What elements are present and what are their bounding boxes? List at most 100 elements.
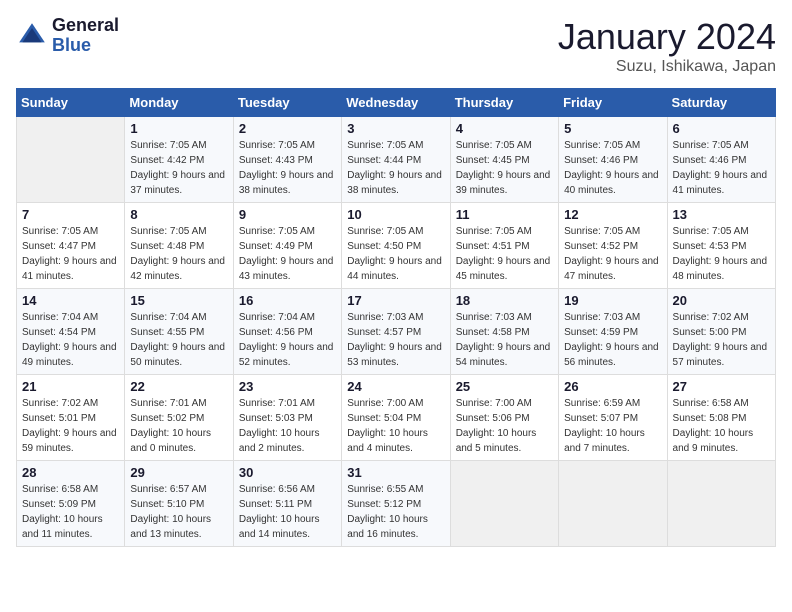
logo: General Blue — [16, 16, 119, 56]
day-number: 3 — [347, 121, 444, 136]
weekday-header-sunday: Sunday — [17, 89, 125, 117]
day-info: Sunrise: 6:57 AMSunset: 5:10 PMDaylight:… — [130, 482, 227, 542]
day-info: Sunrise: 7:05 AMSunset: 4:44 PMDaylight:… — [347, 138, 444, 198]
day-number: 5 — [564, 121, 661, 136]
calendar-week-row: 7 Sunrise: 7:05 AMSunset: 4:47 PMDaylight… — [17, 203, 776, 289]
calendar-cell: 30 Sunrise: 6:56 AMSunset: 5:11 PMDayligh… — [233, 461, 341, 547]
day-info: Sunrise: 7:01 AMSunset: 5:02 PMDaylight:… — [130, 396, 227, 456]
day-info: Sunrise: 7:05 AMSunset: 4:47 PMDaylight:… — [22, 224, 119, 284]
day-number: 18 — [456, 293, 553, 308]
day-number: 12 — [564, 207, 661, 222]
day-number: 21 — [22, 379, 119, 394]
day-number: 29 — [130, 465, 227, 480]
day-number: 17 — [347, 293, 444, 308]
day-number: 15 — [130, 293, 227, 308]
calendar-cell: 3 Sunrise: 7:05 AMSunset: 4:44 PMDaylight… — [342, 117, 450, 203]
calendar-cell — [17, 117, 125, 203]
calendar-cell: 26 Sunrise: 6:59 AMSunset: 5:07 PMDayligh… — [559, 375, 667, 461]
day-number: 27 — [673, 379, 770, 394]
calendar-cell: 19 Sunrise: 7:03 AMSunset: 4:59 PMDayligh… — [559, 289, 667, 375]
day-number: 31 — [347, 465, 444, 480]
calendar-week-row: 21 Sunrise: 7:02 AMSunset: 5:01 PMDayligh… — [17, 375, 776, 461]
weekday-header-thursday: Thursday — [450, 89, 558, 117]
day-number: 24 — [347, 379, 444, 394]
calendar-week-row: 14Sunrise: 7:04 AMSunset: 4:54 PMDayligh… — [17, 289, 776, 375]
day-info: Sunrise: 7:01 AMSunset: 5:03 PMDaylight:… — [239, 396, 336, 456]
calendar-cell: 22 Sunrise: 7:01 AMSunset: 5:02 PMDayligh… — [125, 375, 233, 461]
day-number: 9 — [239, 207, 336, 222]
day-number: 22 — [130, 379, 227, 394]
day-info: Sunrise: 7:05 AMSunset: 4:42 PMDaylight:… — [130, 138, 227, 198]
calendar-cell: 23Sunrise: 7:01 AMSunset: 5:03 PMDayligh… — [233, 375, 341, 461]
day-info: Sunrise: 6:55 AMSunset: 5:12 PMDaylight:… — [347, 482, 444, 542]
day-info: Sunrise: 7:04 AMSunset: 4:56 PMDaylight:… — [239, 310, 336, 370]
calendar-week-row: 28 Sunrise: 6:58 AMSunset: 5:09 PMDayligh… — [17, 461, 776, 547]
day-number: 26 — [564, 379, 661, 394]
day-info: Sunrise: 6:58 AMSunset: 5:08 PMDaylight:… — [673, 396, 770, 456]
day-number: 7 — [22, 207, 119, 222]
logo-line2: Blue — [52, 36, 119, 56]
day-info: Sunrise: 7:00 AMSunset: 5:06 PMDaylight:… — [456, 396, 553, 456]
calendar-cell: 17 Sunrise: 7:03 AMSunset: 4:57 PMDayligh… — [342, 289, 450, 375]
day-info: Sunrise: 7:05 AMSunset: 4:43 PMDaylight:… — [239, 138, 336, 198]
day-info: Sunrise: 7:05 AMSunset: 4:53 PMDaylight:… — [673, 224, 770, 284]
day-number: 2 — [239, 121, 336, 136]
day-info: Sunrise: 7:03 AMSunset: 4:57 PMDaylight:… — [347, 310, 444, 370]
calendar-header-row: SundayMondayTuesdayWednesdayThursdayFrid… — [17, 89, 776, 117]
day-number: 19 — [564, 293, 661, 308]
weekday-header-friday: Friday — [559, 89, 667, 117]
day-number: 8 — [130, 207, 227, 222]
logo-icon — [16, 20, 48, 52]
day-info: Sunrise: 6:58 AMSunset: 5:09 PMDaylight:… — [22, 482, 119, 542]
day-info: Sunrise: 7:03 AMSunset: 4:58 PMDaylight:… — [456, 310, 553, 370]
calendar-cell: 31 Sunrise: 6:55 AMSunset: 5:12 PMDayligh… — [342, 461, 450, 547]
day-info: Sunrise: 6:56 AMSunset: 5:11 PMDaylight:… — [239, 482, 336, 542]
day-info: Sunrise: 7:02 AMSunset: 5:01 PMDaylight:… — [22, 396, 119, 456]
day-info: Sunrise: 7:02 AMSunset: 5:00 PMDaylight:… — [673, 310, 770, 370]
calendar-cell: 14Sunrise: 7:04 AMSunset: 4:54 PMDayligh… — [17, 289, 125, 375]
calendar-cell — [559, 461, 667, 547]
calendar-cell: 11Sunrise: 7:05 AMSunset: 4:51 PMDayligh… — [450, 203, 558, 289]
calendar-cell: 28 Sunrise: 6:58 AMSunset: 5:09 PMDayligh… — [17, 461, 125, 547]
calendar-cell: 1 Sunrise: 7:05 AMSunset: 4:42 PMDaylight… — [125, 117, 233, 203]
day-info: Sunrise: 7:03 AMSunset: 4:59 PMDaylight:… — [564, 310, 661, 370]
day-info: Sunrise: 7:04 AMSunset: 4:55 PMDaylight:… — [130, 310, 227, 370]
calendar-cell: 2 Sunrise: 7:05 AMSunset: 4:43 PMDaylight… — [233, 117, 341, 203]
day-number: 25 — [456, 379, 553, 394]
day-info: Sunrise: 7:05 AMSunset: 4:50 PMDaylight:… — [347, 224, 444, 284]
calendar-cell: 20 Sunrise: 7:02 AMSunset: 5:00 PMDayligh… — [667, 289, 775, 375]
day-number: 30 — [239, 465, 336, 480]
calendar-cell: 25 Sunrise: 7:00 AMSunset: 5:06 PMDayligh… — [450, 375, 558, 461]
calendar-title: January 2024 — [558, 16, 776, 58]
calendar-cell: 5Sunrise: 7:05 AMSunset: 4:46 PMDaylight… — [559, 117, 667, 203]
calendar-cell: 13Sunrise: 7:05 AMSunset: 4:53 PMDayligh… — [667, 203, 775, 289]
day-number: 1 — [130, 121, 227, 136]
day-number: 28 — [22, 465, 119, 480]
calendar-cell: 21 Sunrise: 7:02 AMSunset: 5:01 PMDayligh… — [17, 375, 125, 461]
weekday-header-monday: Monday — [125, 89, 233, 117]
day-info: Sunrise: 7:00 AMSunset: 5:04 PMDaylight:… — [347, 396, 444, 456]
day-number: 10 — [347, 207, 444, 222]
day-number: 14 — [22, 293, 119, 308]
weekday-header-saturday: Saturday — [667, 89, 775, 117]
calendar-cell: 15 Sunrise: 7:04 AMSunset: 4:55 PMDayligh… — [125, 289, 233, 375]
calendar-cell: 24 Sunrise: 7:00 AMSunset: 5:04 PMDayligh… — [342, 375, 450, 461]
day-info: Sunrise: 6:59 AMSunset: 5:07 PMDaylight:… — [564, 396, 661, 456]
weekday-header-wednesday: Wednesday — [342, 89, 450, 117]
calendar-cell — [450, 461, 558, 547]
day-info: Sunrise: 7:05 AMSunset: 4:52 PMDaylight:… — [564, 224, 661, 284]
calendar-cell: 27 Sunrise: 6:58 AMSunset: 5:08 PMDayligh… — [667, 375, 775, 461]
calendar-cell: 7 Sunrise: 7:05 AMSunset: 4:47 PMDaylight… — [17, 203, 125, 289]
calendar-table: SundayMondayTuesdayWednesdayThursdayFrid… — [16, 88, 776, 547]
calendar-cell: 10 Sunrise: 7:05 AMSunset: 4:50 PMDayligh… — [342, 203, 450, 289]
day-number: 20 — [673, 293, 770, 308]
calendar-cell: 6Sunrise: 7:05 AMSunset: 4:46 PMDaylight… — [667, 117, 775, 203]
calendar-cell: 18 Sunrise: 7:03 AMSunset: 4:58 PMDayligh… — [450, 289, 558, 375]
day-info: Sunrise: 7:05 AMSunset: 4:45 PMDaylight:… — [456, 138, 553, 198]
day-number: 6 — [673, 121, 770, 136]
logo-line1: General — [52, 16, 119, 36]
day-number: 4 — [456, 121, 553, 136]
calendar-cell: 16Sunrise: 7:04 AMSunset: 4:56 PMDayligh… — [233, 289, 341, 375]
day-info: Sunrise: 7:05 AMSunset: 4:49 PMDaylight:… — [239, 224, 336, 284]
calendar-cell: 29 Sunrise: 6:57 AMSunset: 5:10 PMDayligh… — [125, 461, 233, 547]
